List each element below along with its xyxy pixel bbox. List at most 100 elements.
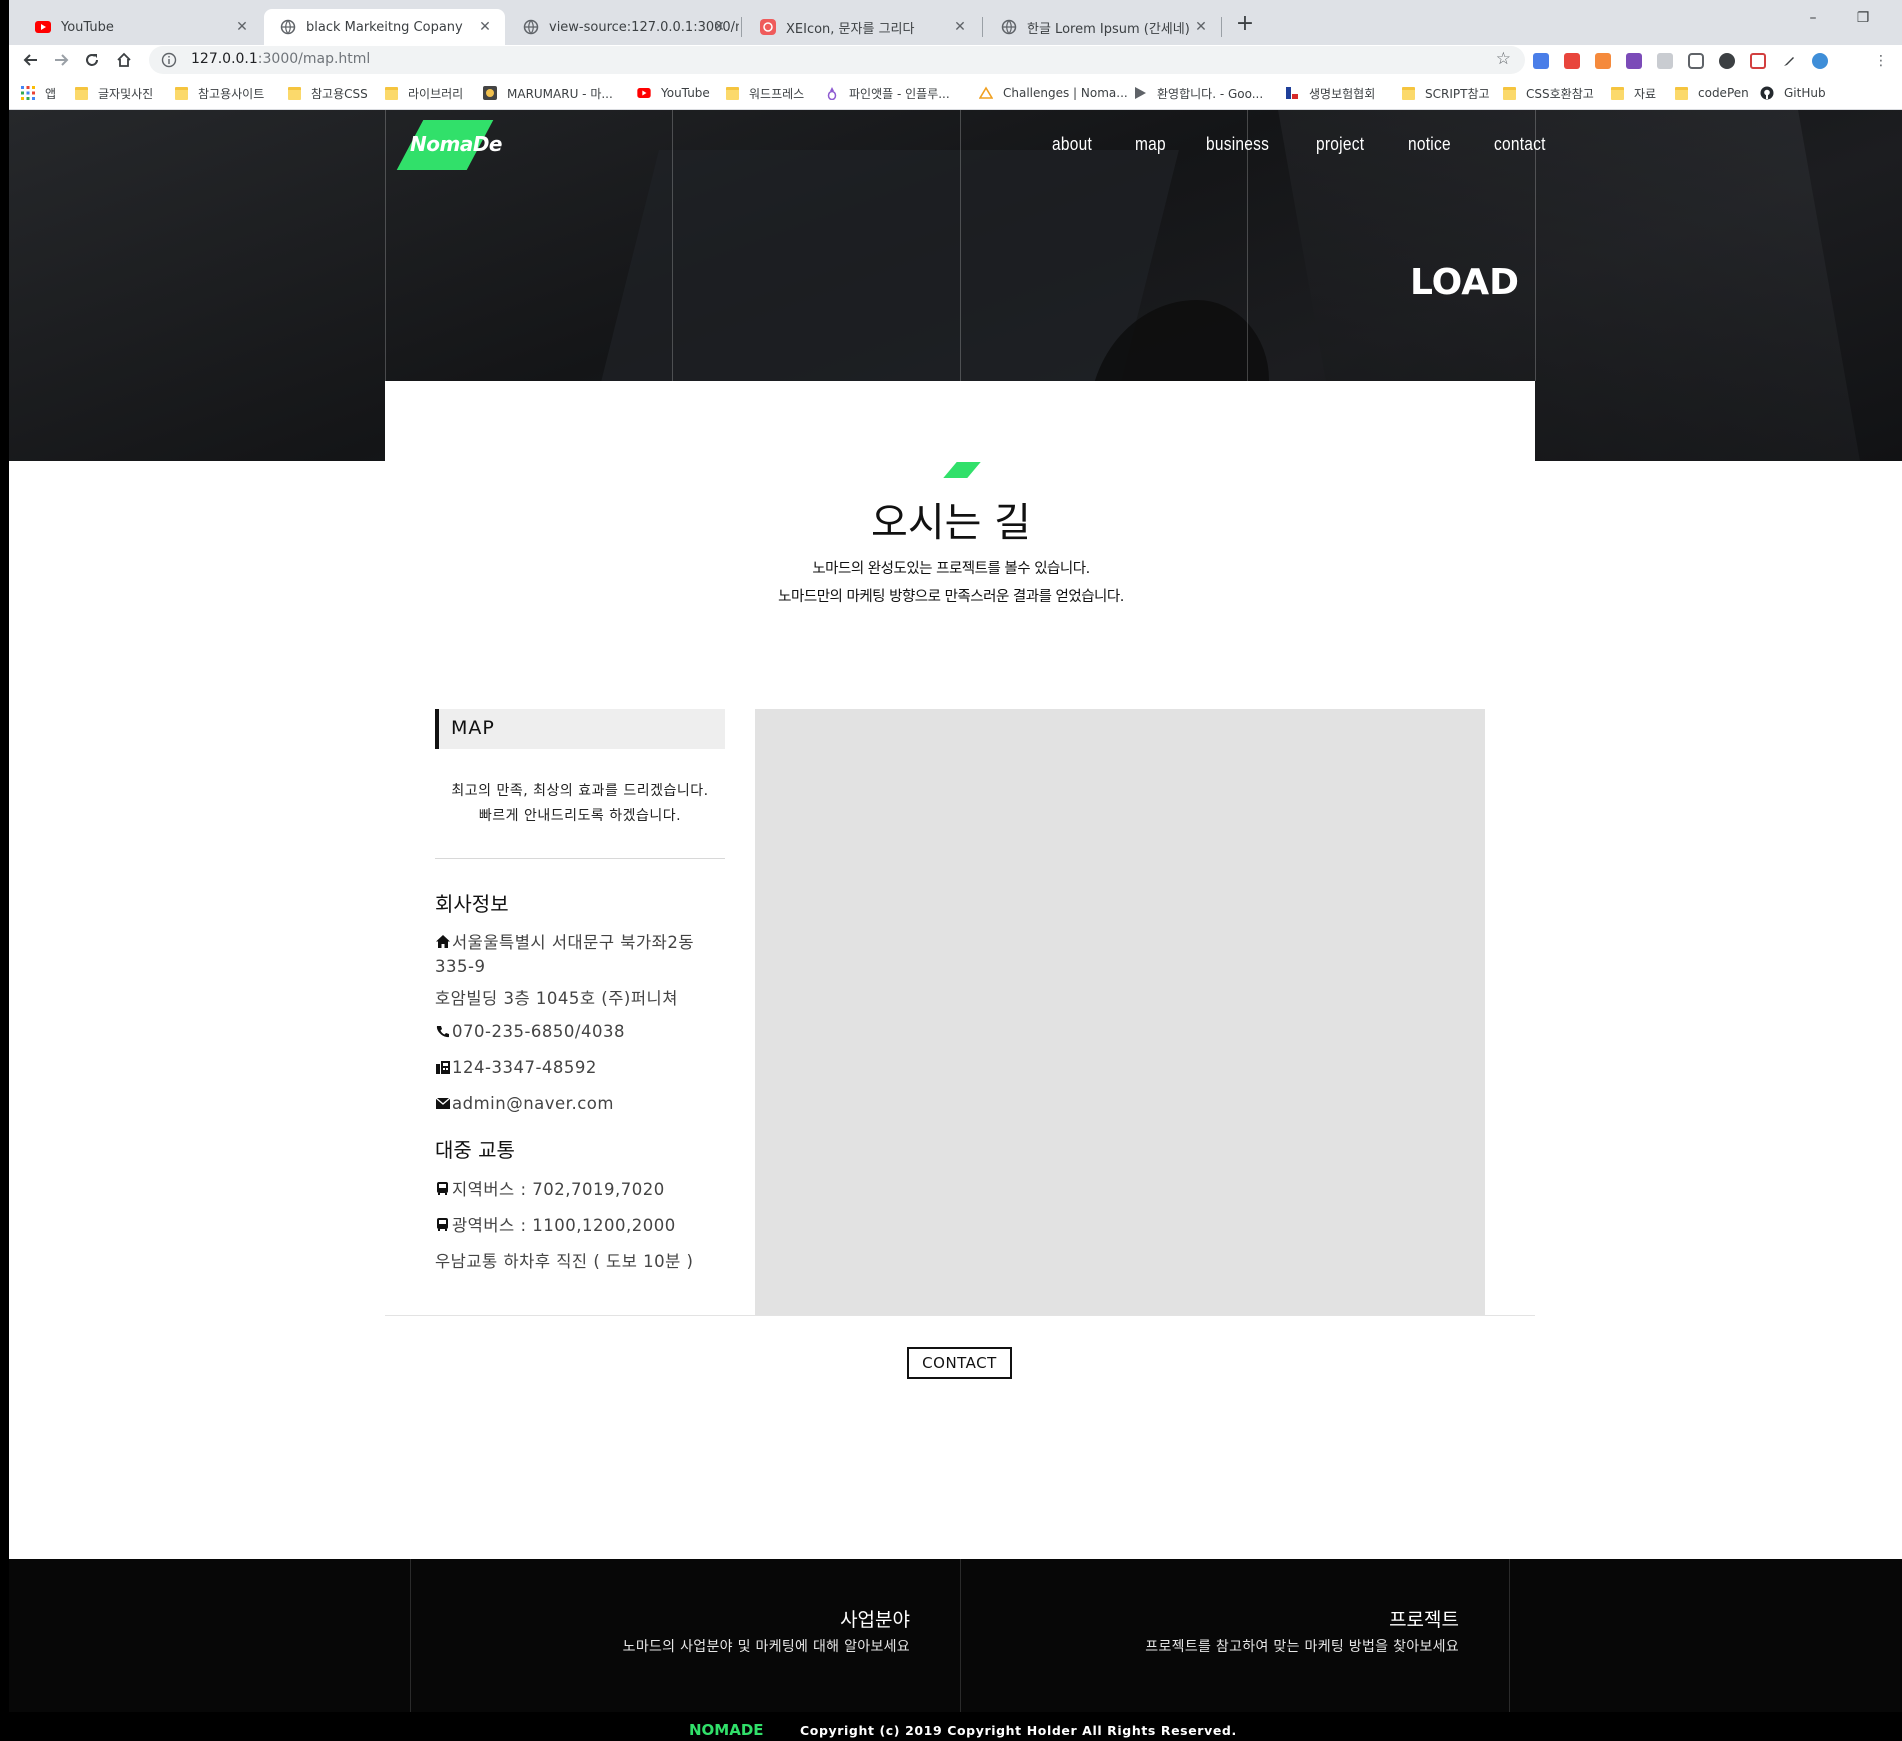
- map-description: 빠르게 안내드리도록 하겠습니다.: [478, 808, 682, 824]
- phone-icon: [435, 1024, 450, 1039]
- onenote-extension-icon[interactable]: [1626, 53, 1642, 69]
- bookmark-item[interactable]: 생명보험협회: [1285, 83, 1375, 103]
- marumaru-icon: [483, 86, 497, 100]
- folder-icon: [725, 86, 739, 100]
- footer-business-link[interactable]: 사업분야 노마드의 사업분야 및 마케팅에 대해 알아보세요: [430, 1605, 910, 1656]
- bookmark-folder[interactable]: 워드프레스: [725, 83, 804, 103]
- close-icon[interactable]: ✕: [952, 19, 968, 35]
- tab-xeicon[interactable]: XEIcon, 문자를 그리다 ✕: [744, 9, 980, 45]
- bookmark-item[interactable]: 환영합니다. - Goo...: [1133, 83, 1263, 103]
- company-info-heading: 회사정보: [435, 892, 509, 916]
- globe-extension-icon[interactable]: [1812, 53, 1828, 69]
- page-title: 오시는 길: [871, 500, 1031, 546]
- page-extension-icon[interactable]: [1657, 53, 1673, 69]
- nomad-icon: [979, 86, 993, 100]
- tab-black-marketing[interactable]: black Markeitng Copany ✕: [264, 9, 505, 45]
- nav-about[interactable]: about: [1052, 134, 1092, 158]
- home-icon: [117, 52, 131, 67]
- bookmark-label: GitHub: [1784, 86, 1826, 100]
- one-extension-icon[interactable]: [1719, 53, 1735, 69]
- tab-lorem-ipsum[interactable]: 한글 Lorem Ipsum (간세네) ✕: [985, 9, 1221, 45]
- footer-business-title: 사업분야: [840, 1609, 910, 1631]
- tab-title: black Markeitng Copany: [306, 19, 463, 35]
- sidebar-divider: [435, 858, 725, 859]
- hero-grid-line: [672, 110, 673, 381]
- bookmark-folder[interactable]: CSS호환참고: [1502, 83, 1594, 103]
- back-button[interactable]: [19, 48, 43, 72]
- map-heading: MAP: [435, 709, 725, 749]
- footer-grid-line: [1509, 1559, 1510, 1712]
- address-bar[interactable]: 127.0.0.1:3000/map.html ☆: [149, 46, 1525, 74]
- pocket-extension-icon[interactable]: [1688, 53, 1704, 69]
- tab-youtube[interactable]: YouTube ✕: [19, 9, 262, 45]
- bookmark-item[interactable]: GitHub: [1760, 83, 1826, 103]
- hero-grid-line: [385, 110, 386, 381]
- bookmark-label: YouTube: [661, 86, 710, 100]
- bookmark-item[interactable]: 파인앳플 - 인플루...: [825, 83, 950, 103]
- globe-icon: [280, 19, 296, 35]
- close-icon[interactable]: ✕: [1193, 19, 1209, 35]
- tab-title: XEIcon, 문자를 그리다: [786, 21, 915, 37]
- tab-view-source[interactable]: view-source:127.0.0.1:3000/map ✕: [507, 9, 739, 45]
- xeicon-icon: [760, 19, 776, 35]
- close-icon[interactable]: ✕: [711, 19, 727, 35]
- reload-button[interactable]: [80, 48, 104, 72]
- apps-grid-icon: [21, 86, 35, 100]
- pocket-list-extension-icon[interactable]: [1564, 53, 1580, 69]
- bookmark-item[interactable]: MARUMARU - 마...: [483, 83, 613, 103]
- record-extension-icon[interactable]: [1750, 53, 1766, 69]
- bookmark-folder[interactable]: 라이브러리: [384, 83, 463, 103]
- bus-icon: [435, 1181, 450, 1196]
- translate-extension-icon[interactable]: [1533, 53, 1549, 69]
- globe-icon: [523, 19, 539, 35]
- bookmark-label: codePen: [1698, 86, 1749, 100]
- info-icon[interactable]: [161, 52, 177, 68]
- url-path: :3000/map.html: [257, 51, 371, 67]
- tab-separator: [1221, 17, 1222, 37]
- nav-contact[interactable]: contact: [1494, 134, 1546, 158]
- bookmark-folder[interactable]: codePen: [1674, 83, 1749, 103]
- browser-toolbar: 127.0.0.1:3000/map.html ☆ ⋮: [9, 45, 1902, 75]
- bookmark-folder[interactable]: 글자및사진: [74, 83, 153, 103]
- pen-extension-icon[interactable]: [1781, 53, 1797, 69]
- bookmark-item[interactable]: 앱: [21, 83, 56, 103]
- map-embed[interactable]: [755, 709, 1485, 1315]
- new-tab-button[interactable]: +: [1231, 13, 1259, 35]
- reload-icon: [86, 54, 98, 66]
- nav-notice[interactable]: notice: [1408, 134, 1451, 158]
- footer-grid-line: [410, 1559, 411, 1712]
- site-logo[interactable]: NomaDe: [396, 120, 502, 170]
- restore-button[interactable]: ❐: [1853, 10, 1873, 26]
- address-text: 서울울특별시 서대문구 북가좌2동: [452, 933, 695, 952]
- minimize-button[interactable]: –: [1803, 10, 1823, 26]
- globe-icon: [1001, 19, 1017, 35]
- nav-business[interactable]: business: [1206, 134, 1269, 158]
- close-icon[interactable]: ✕: [234, 19, 250, 35]
- bookmark-folder[interactable]: 참고용사이트: [174, 83, 264, 103]
- logo-text: NomaDe: [410, 132, 502, 156]
- bookmark-folder[interactable]: 참고용CSS: [287, 83, 368, 103]
- home-icon: [435, 934, 450, 949]
- copyright-text: Copyright (c) 2019 Copyright Holder All …: [800, 1723, 1237, 1738]
- bookmark-folder[interactable]: 자료: [1610, 83, 1656, 103]
- map-heading-text: MAP: [451, 717, 495, 739]
- tab-title: YouTube: [61, 19, 114, 35]
- footer-project-link[interactable]: 프로젝트 프로젝트를 참고하여 맞는 마케팅 방법을 찾아보세요: [980, 1605, 1459, 1656]
- close-icon[interactable]: ✕: [477, 19, 493, 35]
- address-line: 서울울특별시 서대문구 북가좌2동: [435, 929, 694, 953]
- nav-project[interactable]: project: [1316, 134, 1364, 158]
- bookmark-item[interactable]: YouTube: [637, 83, 710, 103]
- contact-button[interactable]: CONTACT: [907, 1347, 1012, 1379]
- nav-map[interactable]: map: [1135, 134, 1166, 158]
- menu-icon[interactable]: ⋮: [1873, 53, 1889, 69]
- forward-button[interactable]: [49, 48, 73, 72]
- bookmark-label: Challenges | Noma...: [1003, 86, 1128, 100]
- footer-logo[interactable]: NOMADE: [689, 1721, 764, 1739]
- url-text[interactable]: 127.0.0.1:3000/map.html: [191, 51, 370, 67]
- bookmark-label: 앱: [45, 86, 57, 101]
- rx-extension-icon[interactable]: [1595, 53, 1611, 69]
- bookmark-folder[interactable]: SCRIPT참고: [1401, 83, 1490, 103]
- home-button[interactable]: [112, 48, 136, 72]
- bookmark-star-icon[interactable]: ☆: [1496, 49, 1511, 69]
- bookmark-item[interactable]: Challenges | Noma...: [979, 83, 1128, 103]
